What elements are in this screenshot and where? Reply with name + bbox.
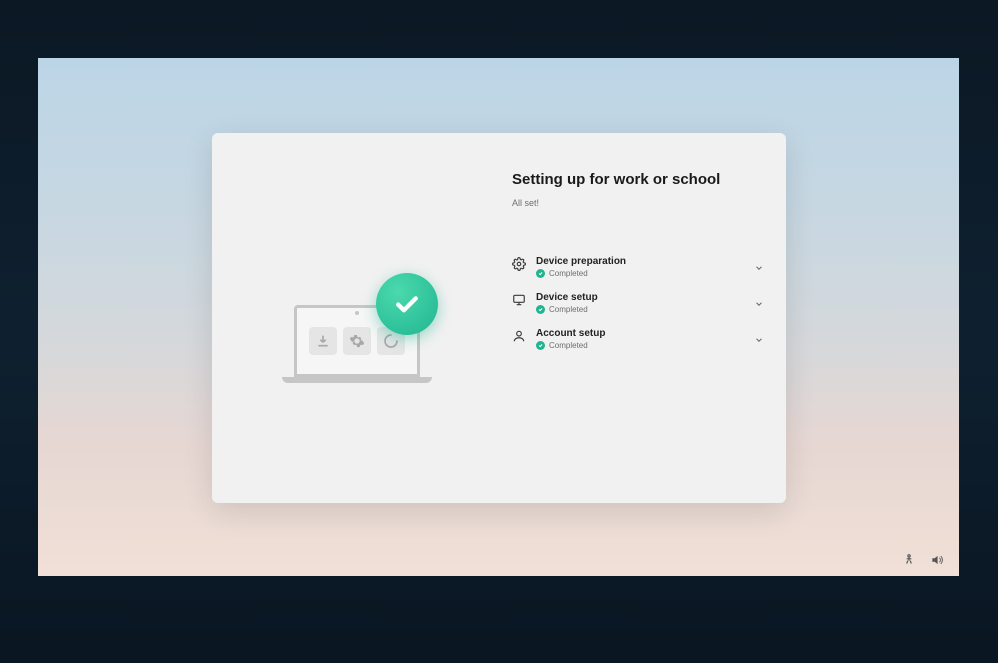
gear-icon [512, 257, 526, 271]
step-title: Device setup [536, 292, 764, 303]
step-status-text: Completed [549, 305, 588, 314]
check-icon [536, 269, 545, 278]
chevron-down-icon [754, 332, 764, 342]
accessibility-button[interactable] [901, 552, 917, 568]
setup-panel: Setting up for work or school All set! D… [212, 133, 786, 503]
step-device-preparation[interactable]: Device preparation Completed [512, 256, 764, 278]
step-account-setup[interactable]: Account setup Completed [512, 328, 764, 350]
chevron-down-icon [754, 296, 764, 306]
checkmark-badge [376, 273, 438, 335]
page-title: Setting up for work or school [512, 171, 764, 188]
desktop-background: Setting up for work or school All set! D… [38, 58, 959, 576]
step-title: Account setup [536, 328, 764, 339]
step-title: Device preparation [536, 256, 764, 267]
illustration-pane [212, 133, 502, 503]
gear-icon [343, 327, 371, 355]
step-device-setup[interactable]: Device setup Completed [512, 292, 764, 314]
chevron-down-icon [754, 260, 764, 270]
monitor-icon [512, 293, 526, 307]
download-icon [309, 327, 337, 355]
check-icon [536, 305, 545, 314]
content-pane: Setting up for work or school All set! D… [512, 171, 764, 364]
volume-button[interactable] [929, 552, 945, 568]
laptop-base [282, 377, 432, 383]
laptop-camera [355, 311, 359, 315]
step-status-text: Completed [549, 341, 588, 350]
person-icon [512, 329, 526, 343]
step-status-text: Completed [549, 269, 588, 278]
check-icon [536, 341, 545, 350]
page-subtitle: All set! [512, 198, 764, 208]
accessibility-controls [901, 552, 945, 568]
